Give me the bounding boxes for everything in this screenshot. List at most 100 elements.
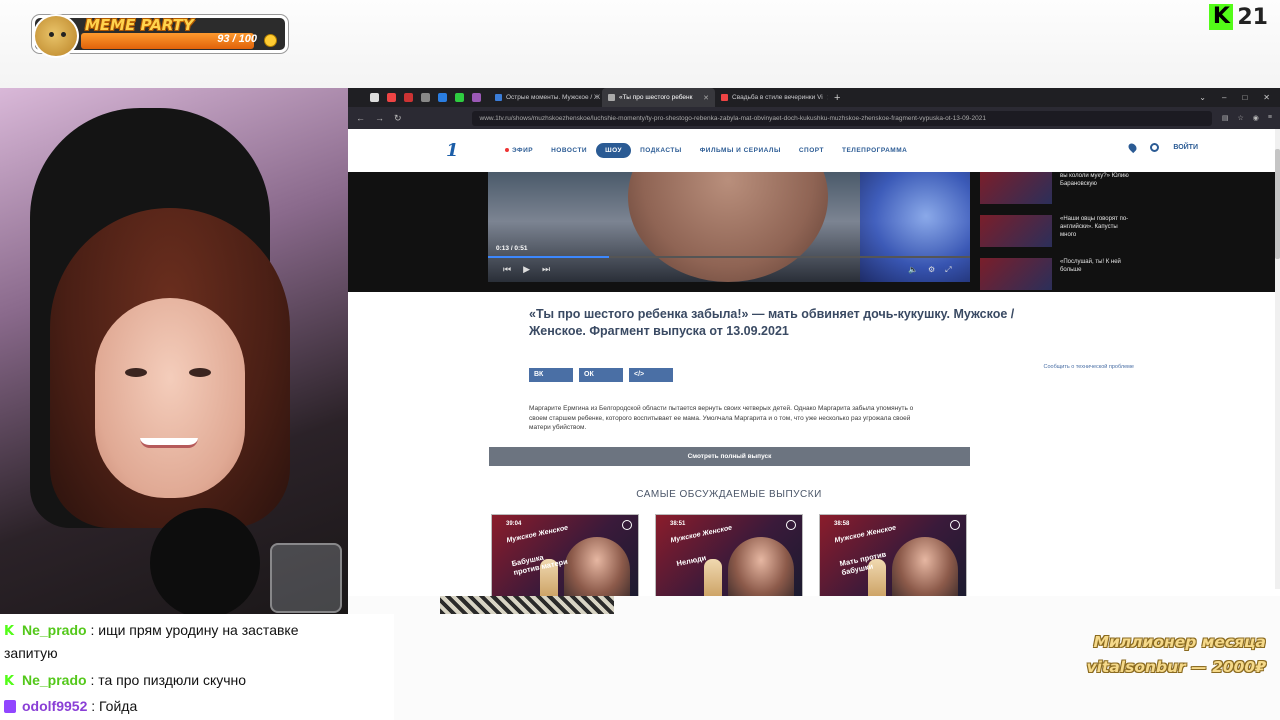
episode-card[interactable]: 38:58 Мужское Женское Мать против бабушк… [819, 514, 967, 596]
pinned-tab-icon[interactable] [387, 93, 396, 102]
card-duration: 38:58 [834, 521, 850, 527]
millionaire-of-month: Миллионер месяца vitalsonbur — 2000₽ [1087, 630, 1267, 680]
play-icon[interactable]: ▶ [523, 264, 530, 275]
nav-news[interactable]: НОВОСТИ [542, 143, 596, 158]
nav-films[interactable]: ФИЛЬМЫ И СЕРИАЛЫ [691, 143, 790, 158]
chat-text: : Гойда [91, 698, 138, 714]
tab-2[interactable]: Свадьба в стиле вечеринки Vi ✕ [715, 88, 828, 107]
card-statue [704, 559, 722, 596]
share-vk-button[interactable]: ВК [529, 368, 573, 382]
share-buttons: ВК ОК </> [529, 368, 673, 382]
article-headline: «Ты про шестого ребенка забыла!» — мать … [529, 307, 1015, 338]
microphone [150, 508, 260, 614]
play-icon[interactable] [950, 520, 960, 530]
tab-1-active[interactable]: «Ты про шестого ребенк ✕ [602, 88, 715, 107]
maximize-button[interactable]: □ [1242, 93, 1247, 102]
site-header: 1 ЭФИР НОВОСТИ ШОУ ПОДКАСТЫ ФИЛЬМЫ И СЕР… [348, 129, 1280, 172]
close-tab-icon[interactable]: ✕ [703, 94, 709, 102]
reload-icon[interactable]: ↻ [394, 113, 402, 124]
close-tab-icon[interactable]: ✕ [827, 94, 828, 102]
player-zone: 0:13 / 0:51 ⏮ ▶ ⏭ 🔈 ⚙ ⤢ вы кололи муку?»… [348, 172, 1275, 292]
tab-favicon-icon [495, 94, 502, 101]
card-person [892, 537, 958, 596]
meme-count: 93 / 100 [217, 33, 257, 45]
related-item[interactable]: «Послушай, ты! К ней больше [980, 258, 1130, 296]
embed-button[interactable]: </> [629, 368, 673, 382]
related-list: вы кололи муку?» Юлию Барановскую «Наши … [980, 172, 1130, 290]
glass [270, 543, 342, 613]
pinned-tab-icon[interactable] [455, 93, 464, 102]
pinned-tab-icon[interactable] [472, 93, 481, 102]
coin-icon [264, 34, 277, 47]
episode-card[interactable]: 38:51 Мужское Женское Нелюди [655, 514, 803, 596]
chat-text: : ищи прям уродину на заставке [90, 622, 299, 638]
site-nav: ЭФИР НОВОСТИ ШОУ ПОДКАСТЫ ФИЛЬМЫ И СЕРИА… [496, 143, 916, 158]
tab-label: Свадьба в стиле вечеринки Vi [732, 94, 823, 101]
settings-icon[interactable]: ⚙ [928, 265, 935, 275]
chat-username: odolf9952 [22, 698, 88, 714]
card-brand: Мужское Женское [833, 524, 897, 545]
location-pin-icon[interactable] [1127, 141, 1139, 154]
card-person [564, 537, 630, 596]
play-icon[interactable] [622, 520, 632, 530]
search-icon[interactable] [1150, 143, 1160, 152]
tab-list-icon[interactable]: ⌄ [1199, 93, 1206, 102]
millionaire-donor: vitalsonbur — 2000₽ [1086, 658, 1267, 676]
minimize-button[interactable]: – [1222, 93, 1226, 102]
kick-counter: K 21 [1209, 4, 1268, 30]
nav-shows[interactable]: ШОУ [596, 143, 632, 158]
video-player[interactable] [488, 172, 970, 282]
chat-username: Ne_prado [22, 622, 87, 638]
related-text: «Наши овцы говорят по-английски». Капуст… [1060, 216, 1129, 238]
pinned-tab-icon[interactable] [438, 93, 447, 102]
nav-podcasts[interactable]: ПОДКАСТЫ [631, 143, 691, 158]
related-item[interactable]: «Наши овцы говорят по-английски». Капуст… [980, 215, 1130, 253]
forward-icon[interactable]: → [375, 113, 384, 123]
page-scrollbar[interactable] [1275, 129, 1280, 589]
browser-window: Острые моменты. Мужское / Ж ✕ «Ты про ше… [348, 88, 1280, 596]
chat-text: : та про пиздюли скучно [90, 672, 247, 688]
speaker-icon [608, 94, 615, 101]
chat-text: запитую [4, 645, 58, 661]
kick-logo-icon: K [1209, 4, 1234, 30]
chat-message: odolf9952 : Гойда [4, 697, 137, 715]
video-progress[interactable] [488, 256, 970, 258]
video-frame-person [628, 172, 828, 282]
nav-live[interactable]: ЭФИР [496, 143, 542, 158]
volume-icon[interactable]: 🔈 [908, 265, 918, 275]
chat-message: K Ne_prado : та про пиздюли скучно [4, 671, 246, 689]
share-ok-button[interactable]: ОК [579, 368, 623, 382]
reader-icon[interactable]: ▤ [1222, 114, 1229, 122]
chat-message: запитую [4, 644, 58, 662]
play-icon[interactable] [786, 520, 796, 530]
fullscreen-icon[interactable]: ⤢ [945, 265, 951, 275]
episode-card[interactable]: 39:04 Мужское Женское Бабушка против мат… [491, 514, 639, 596]
nav-tv-program[interactable]: ТЕЛЕПРОГРАММА [833, 143, 916, 158]
nav-sport[interactable]: СПОРТ [790, 143, 833, 158]
prev-icon[interactable]: ⏮ [503, 264, 511, 275]
url-input[interactable]: www.1tv.ru/shows/muzhskoezhenskoe/luchsh… [471, 110, 1212, 126]
meme-party-title: MEME PARTY [85, 16, 194, 34]
report-problem-link[interactable]: Сообщить о технической проблеме [1043, 364, 1134, 370]
related-thumb [980, 172, 1052, 204]
close-window-button[interactable]: ✕ [1263, 93, 1270, 102]
next-icon[interactable]: ⏭ [542, 264, 550, 275]
login-link[interactable]: ВОЙТИ [1173, 144, 1198, 151]
card-duration: 38:51 [670, 521, 686, 527]
extension-icon[interactable]: ◉ [1253, 114, 1259, 122]
tab-0[interactable]: Острые моменты. Мужское / Ж ✕ [489, 88, 602, 107]
related-item[interactable]: вы кололи муку?» Юлию Барановскую [980, 172, 1130, 210]
related-text: «Послушай, ты! К ней больше [1060, 259, 1121, 273]
pinned-tab-icon[interactable] [421, 93, 430, 102]
pinned-tab-icon[interactable] [404, 93, 413, 102]
back-icon[interactable]: ← [356, 113, 365, 123]
channel-one-logo[interactable]: 1 [446, 140, 459, 161]
bookmark-icon[interactable]: ☆ [1238, 114, 1244, 122]
pinned-tab-icon[interactable] [370, 93, 379, 102]
related-thumb [980, 215, 1052, 247]
menu-icon[interactable]: ≡ [1268, 114, 1272, 122]
new-tab-button[interactable]: + [834, 92, 840, 104]
watch-full-button[interactable]: Смотреть полный выпуск [489, 447, 970, 466]
site-header-right: ВОЙТИ [1127, 141, 1198, 154]
toolbar-icons: ▤ ☆ ◉ ≡ [1222, 114, 1272, 122]
